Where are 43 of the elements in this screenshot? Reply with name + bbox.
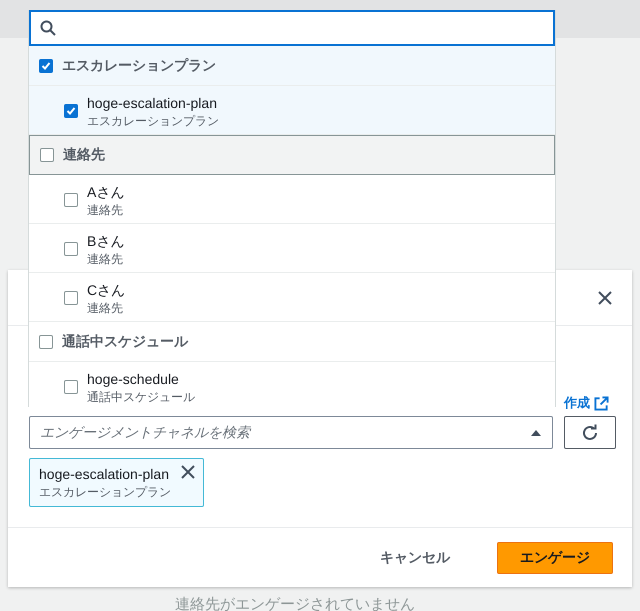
checkbox[interactable] [64, 380, 78, 394]
option[interactable]: Cさん 連絡先 [29, 273, 555, 322]
option[interactable]: hoge-escalation-plan エスカレーションプラン [29, 86, 555, 135]
checkbox[interactable] [40, 148, 54, 162]
group-label: 連絡先 [63, 146, 105, 164]
token-label: hoge-escalation-plan [39, 465, 170, 484]
option-label: Cさん [87, 281, 126, 300]
option-description: 連絡先 [87, 202, 124, 219]
option-description: エスカレーションプラン [87, 113, 219, 130]
checkbox[interactable] [64, 291, 78, 305]
engage-button[interactable]: エンゲージ [497, 542, 613, 574]
option[interactable]: Bさん 連絡先 [29, 224, 555, 273]
search-icon [40, 20, 56, 36]
checkbox[interactable] [39, 58, 53, 72]
option-description: 通話中スケジュール [87, 389, 195, 406]
checkbox[interactable] [39, 334, 53, 348]
option-description: 連絡先 [87, 251, 124, 268]
checkbox[interactable] [64, 242, 78, 256]
group-option[interactable]: エスカレーションプラン [29, 46, 555, 86]
checkbox[interactable] [64, 193, 78, 207]
remove-icon[interactable] [181, 465, 195, 479]
option-description: 連絡先 [87, 300, 124, 317]
option-label: hoge-escalation-plan [87, 94, 218, 113]
cancel-button[interactable]: キャンセル [357, 542, 473, 574]
option[interactable]: Aさん 連絡先 [29, 175, 555, 224]
empty-message: 連絡先がエンゲージされていません [175, 595, 416, 611]
group-label: 通話中スケジュール [62, 332, 188, 350]
close-icon[interactable] [597, 290, 613, 306]
token-description: エスカレーションプラン [39, 484, 171, 501]
option-label: hoge-schedule [87, 370, 180, 389]
option-label: Aさん [87, 183, 124, 202]
external-link-icon [594, 396, 609, 410]
group-label: エスカレーションプラン [62, 56, 216, 74]
search-field[interactable] [29, 10, 555, 46]
create-link[interactable]: 作成 [564, 394, 590, 412]
group-option[interactable]: 連絡先 [29, 135, 555, 175]
refresh-icon [581, 424, 599, 442]
channel-search-field[interactable]: エンゲージメントチャネルを検索 [29, 416, 553, 449]
refresh-button[interactable] [564, 416, 616, 449]
group-option[interactable]: 通話中スケジュール [29, 322, 555, 362]
option[interactable]: hoge-schedule 通話中スケジュール [29, 362, 555, 407]
checkbox[interactable] [64, 104, 78, 118]
option-label: Bさん [87, 232, 124, 251]
